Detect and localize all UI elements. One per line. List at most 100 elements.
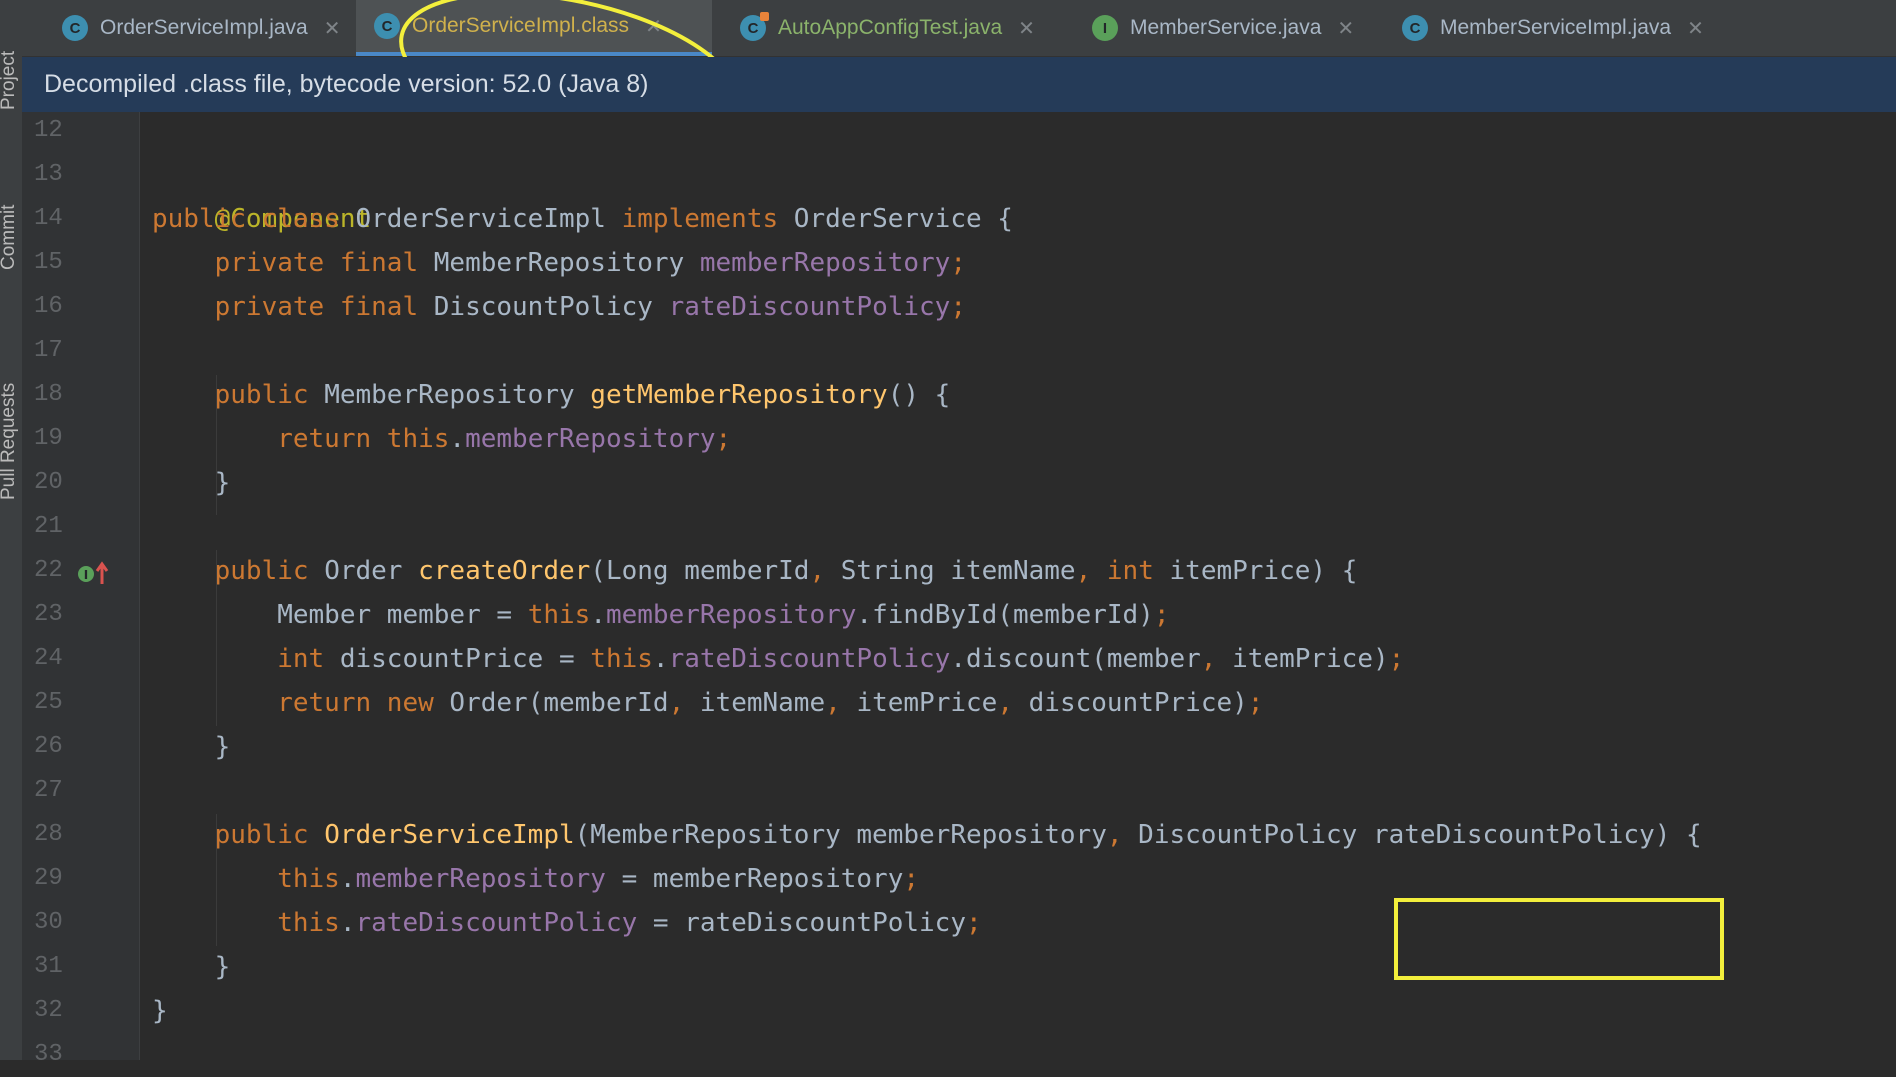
code-line-18: public MemberRepository getMemberReposit… [152, 373, 951, 417]
project-tool-label: Project [0, 50, 19, 110]
token: memberRepository [355, 864, 606, 894]
token: , [809, 556, 841, 586]
code-line-30: this.rateDiscountPolicy = rateDiscountPo… [152, 901, 981, 945]
token: return new [152, 688, 450, 718]
code-line-26: } [152, 725, 231, 769]
code-line-13: @Component [152, 153, 372, 234]
line-number: 25 [34, 689, 63, 716]
line-number: 16 [34, 293, 63, 320]
tab-label: MemberService.java [1130, 16, 1322, 39]
close-icon[interactable]: ✕ [1687, 16, 1704, 41]
token: memberRepository [605, 600, 857, 630]
tab-memberserviceimpl-java[interactable]: C MemberServiceImpl.java ✕ [1380, 0, 1740, 56]
token: MemberRepository [324, 380, 591, 410]
line-number: 26 [34, 733, 63, 760]
token: Member member = [152, 600, 528, 630]
token: getMemberRepository [590, 380, 888, 410]
token: .findById(memberId) [856, 600, 1154, 630]
code-line-20: } [152, 461, 231, 505]
token: OrderService { [793, 204, 1013, 234]
interface-icon: I [1092, 15, 1118, 41]
token: .discount(member [950, 644, 1201, 674]
token: . [590, 600, 606, 630]
token: memberRepository [699, 248, 951, 278]
class-icon: C [1402, 15, 1428, 41]
token: discountPrice) [1028, 688, 1248, 718]
tab-autoappconfigtest-java[interactable]: C AutoAppConfigTest.java ✕ [718, 0, 1080, 56]
token: (MemberRepository memberRepository [574, 820, 1107, 850]
token: ; [903, 864, 920, 894]
token: } [152, 952, 231, 982]
token: rateDiscountPolicy [668, 292, 951, 322]
line-number: 14 [34, 205, 63, 232]
code-line-25: return new Order(memberId, itemName, ite… [152, 681, 1263, 725]
token: MemberRepository [433, 248, 700, 278]
line-number: 21 [34, 513, 63, 540]
pull-requests-tool-label: Pull Requests [0, 382, 19, 500]
tab-orderserviceimpl-java[interactable]: C OrderServiceImpl.java ✕ [40, 0, 388, 56]
token: itemPrice) [1232, 644, 1389, 674]
token: itemPrice [856, 688, 998, 718]
token: , [1106, 820, 1139, 850]
token: memberRepository [465, 424, 716, 454]
banner-text: Decompiled .class file, bytecode version… [44, 70, 649, 98]
commit-tool-button[interactable]: Commit [0, 160, 22, 270]
line-number: 28 [34, 821, 63, 848]
token: public [152, 556, 325, 586]
commit-tool-label: Commit [0, 204, 19, 270]
token: , [825, 688, 857, 718]
line-number: 17 [34, 337, 63, 364]
token: } [152, 996, 168, 1026]
pull-requests-tool-button[interactable]: Pull Requests [0, 320, 22, 500]
token: DiscountPolicy [433, 292, 669, 322]
editor-tab-bar: C OrderServiceImpl.java ✕ C OrderService… [22, 0, 1896, 151]
line-number: 18 [34, 381, 63, 408]
token: rateDiscountPolicy [668, 644, 951, 674]
close-icon[interactable]: ✕ [1337, 16, 1354, 41]
line-number: 20 [34, 469, 63, 496]
line-number: 32 [34, 997, 63, 1024]
code-editor[interactable]: 12 13 14 15 16 17 18 19 20 21 22 23 24 2… [22, 112, 1896, 1068]
tab-label: OrderServiceImpl.java [100, 16, 308, 39]
line-number: 23 [34, 601, 63, 628]
close-icon[interactable]: ✕ [324, 16, 341, 41]
code-line-16: private final DiscountPolicy rateDiscoun… [152, 285, 966, 329]
code-line-29: this.memberRepository = memberRepository… [152, 857, 919, 901]
token: public [152, 820, 325, 850]
tab-memberservice-java[interactable]: I MemberService.java ✕ [1070, 0, 1384, 56]
token: ; [950, 292, 966, 322]
code-line-19: return this.memberRepository; [152, 417, 731, 461]
token: Order [324, 556, 419, 586]
token: DiscountPolicy rateDiscountPolicy) { [1138, 820, 1702, 850]
token: ; [1247, 688, 1264, 718]
token: String itemName [840, 556, 1076, 586]
token: () { [887, 380, 951, 410]
token: Order(memberId [449, 688, 669, 718]
token: private final [152, 292, 434, 322]
token: private final [152, 248, 434, 278]
token: int [152, 644, 340, 674]
token: itemPrice) { [1169, 556, 1358, 586]
line-number: 31 [34, 953, 63, 980]
token: } [152, 732, 231, 762]
svg-text:I: I [84, 568, 88, 582]
line-number: 13 [34, 161, 63, 188]
line-number: 27 [34, 777, 63, 804]
gutter-divider [139, 112, 140, 1060]
token: , [997, 688, 1029, 718]
tab-label: AutoAppConfigTest.java [778, 16, 1003, 39]
token: this [590, 644, 653, 674]
token: int [1106, 556, 1170, 586]
code-line-28: public OrderServiceImpl(MemberRepository… [152, 813, 1702, 857]
token: itemName [699, 688, 826, 718]
token: = rateDiscountPolicy [637, 908, 966, 938]
close-icon[interactable]: ✕ [1018, 16, 1035, 41]
token: . [339, 864, 356, 894]
project-tool-button[interactable]: Project [0, 0, 22, 110]
implements-gutter-icon[interactable]: I [76, 560, 116, 588]
token: public [152, 380, 325, 410]
line-number: 24 [34, 645, 63, 672]
line-number: 19 [34, 425, 63, 452]
token: ; [1153, 600, 1170, 630]
decompiled-banner: Decompiled .class file, bytecode version… [22, 57, 1896, 112]
